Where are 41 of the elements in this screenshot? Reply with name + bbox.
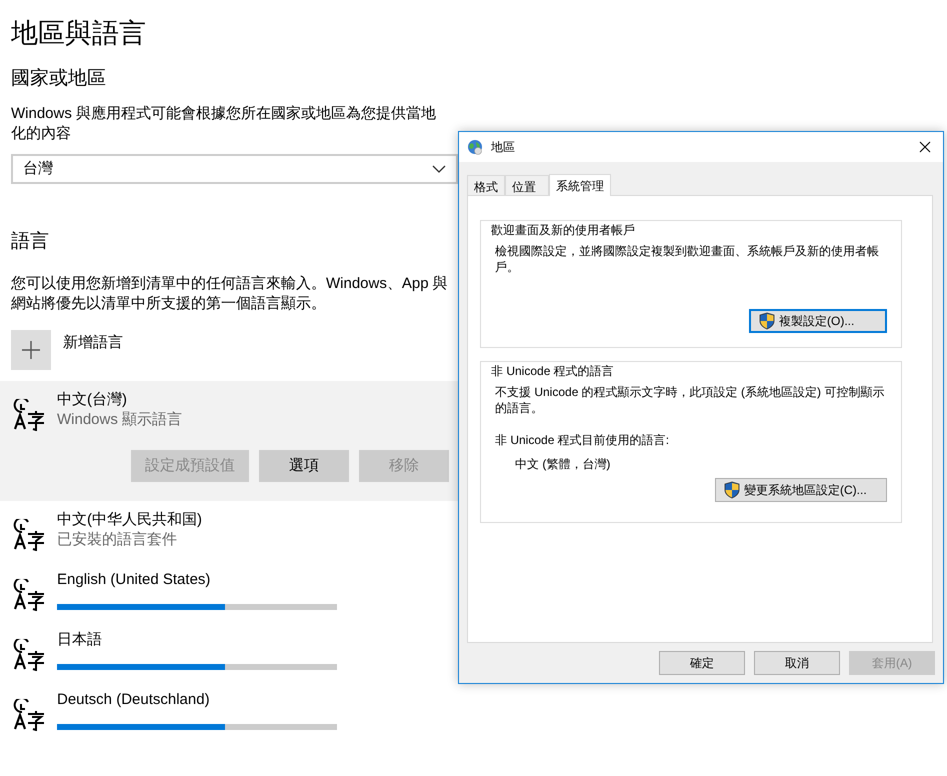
chevron-down-icon xyxy=(432,164,446,173)
section-heading: 國家或地區 xyxy=(11,67,107,92)
section-heading: 語言 xyxy=(11,230,50,254)
uac-button[interactable]: 複製設定(O)... xyxy=(749,309,887,333)
group-description: 檢視國際設定，並將國際設定複製到歡迎畫面、系統帳戶及新的使用者帳戶。 xyxy=(495,243,880,275)
section-description: Windows 與應用程式可能會根據您所在國家或地區為您提供當地化的內容 xyxy=(11,104,438,144)
language-item[interactable]: English (United States) xyxy=(57,570,337,590)
add-language-label[interactable]: 新增語言 xyxy=(63,332,123,370)
shield-icon xyxy=(724,481,740,499)
group-description: 不支援 Unicode 的程式顯示文字時，此項設定 (系統地區設定) 可控制顯示的語言。 xyxy=(495,384,886,416)
language-status: Windows 顯示語言 xyxy=(57,410,182,430)
dialog-tab[interactable]: 系統管理 xyxy=(549,174,611,196)
shield-icon xyxy=(759,312,775,330)
page-title: 地區與語言 xyxy=(11,17,147,50)
plus-icon xyxy=(22,341,40,360)
group-title: 非 Unicode 程式的語言 xyxy=(489,363,616,379)
language-icon xyxy=(12,579,46,612)
dialog-button[interactable]: 確定 xyxy=(659,651,745,675)
uac-button[interactable]: 變更系統地區設定(C)... xyxy=(715,478,887,502)
language-icon xyxy=(12,399,46,432)
group-title: 歡迎畫面及新的使用者帳戶 xyxy=(489,222,637,238)
language-item[interactable]: 日本語 xyxy=(57,630,337,650)
language-item[interactable]: Deutsch (Deutschland) xyxy=(57,690,337,710)
language-icon xyxy=(12,699,46,732)
language-icon xyxy=(12,519,46,552)
language-item[interactable]: 中文(中华人民共和国) xyxy=(57,510,202,530)
globe-icon xyxy=(467,139,483,155)
window-title: 地區 xyxy=(491,139,515,156)
language-status: 已安裝的語言套件 xyxy=(57,530,178,550)
add-language-button[interactable] xyxy=(11,330,51,370)
current-language-value: 中文 (繁體，台灣) xyxy=(515,456,612,472)
current-language-label: 非 Unicode 程式目前使用的語言: xyxy=(495,432,670,448)
close-icon[interactable] xyxy=(919,141,931,153)
language-icon xyxy=(12,639,46,672)
language-name: 中文(台灣) xyxy=(57,390,128,410)
language-action-button[interactable]: 選項 xyxy=(259,450,349,482)
region-dropdown[interactable]: 台灣 xyxy=(11,154,458,184)
dialog-tab[interactable]: 位置 xyxy=(505,175,549,195)
section-description: 您可以使用您新增到清單中的任何語言來輸入。Windows、App 與網站將優先以清單中所支援的第一個語言顯示。 xyxy=(11,274,449,314)
dialog-tab[interactable]: 格式 xyxy=(467,175,505,195)
dialog-button[interactable]: 取消 xyxy=(754,651,840,675)
